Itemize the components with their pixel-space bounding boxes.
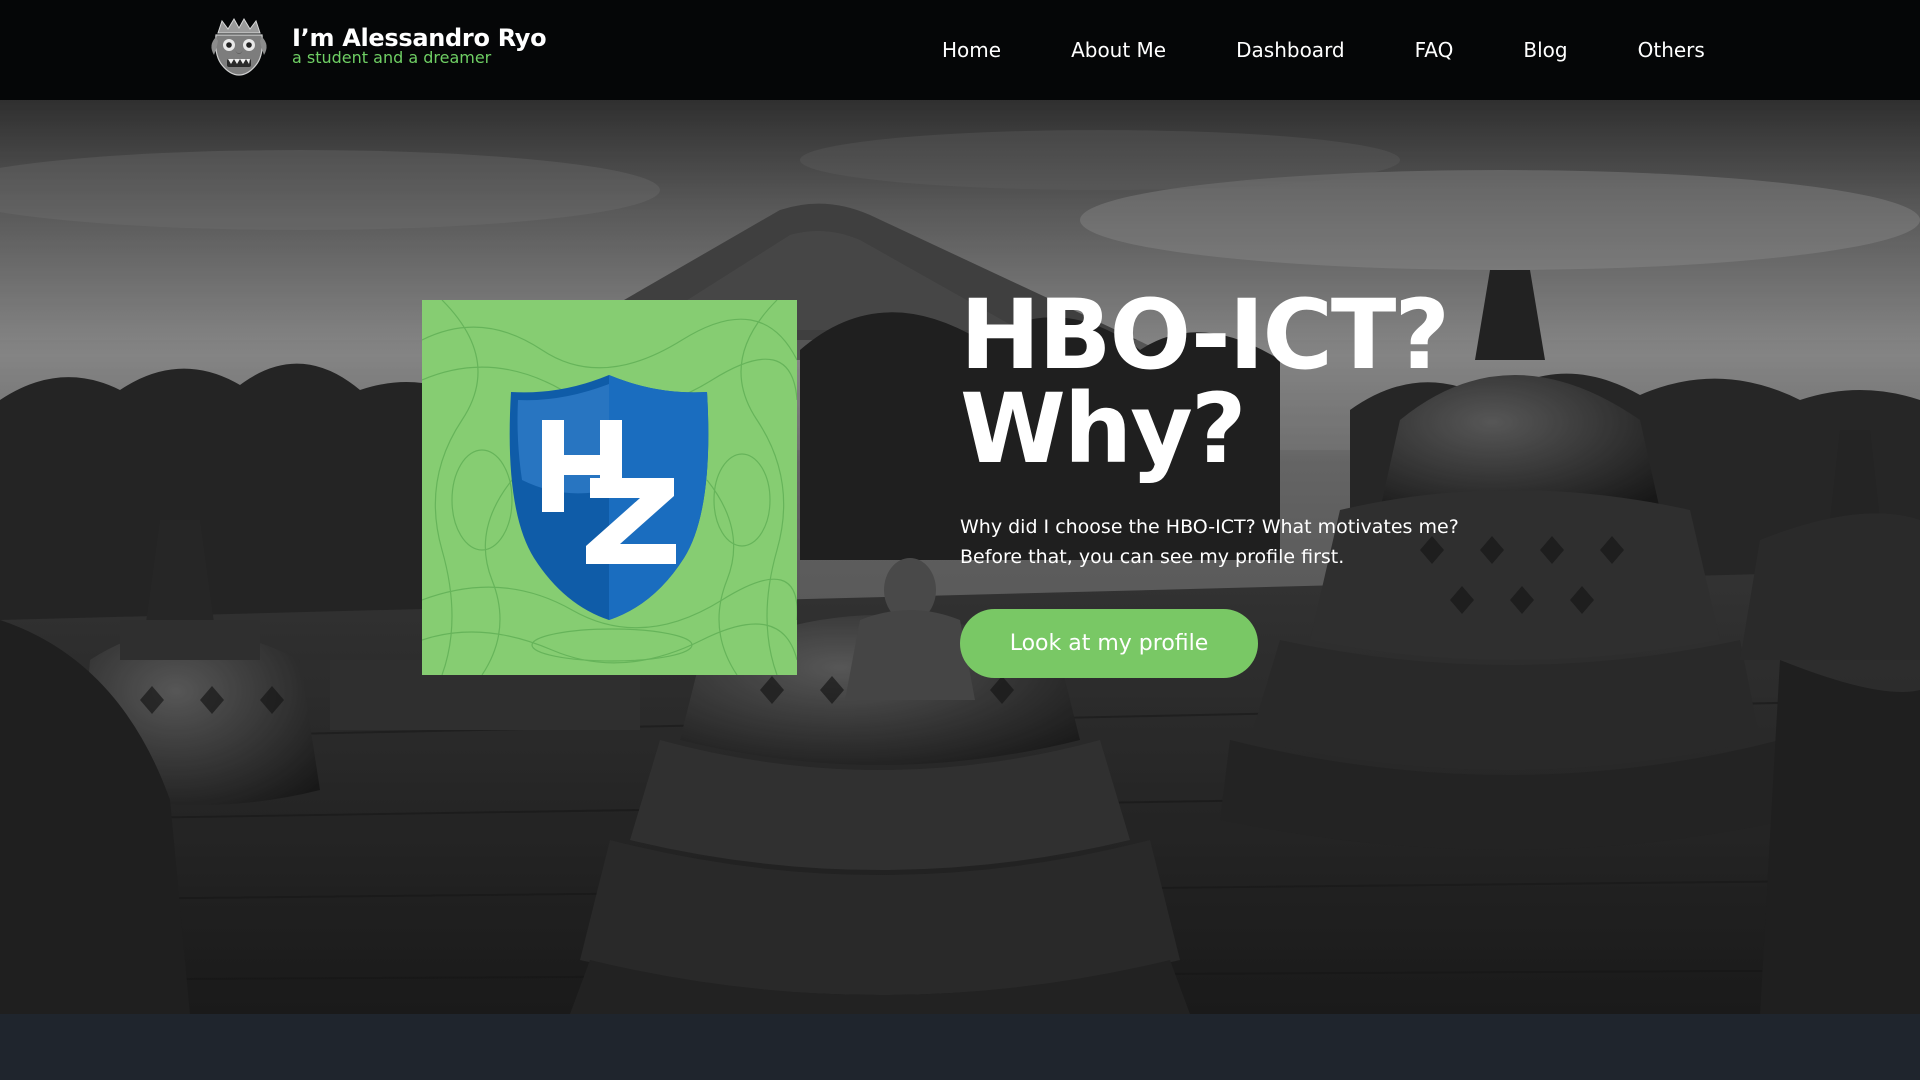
hero-description-line-1: Why did I choose the HBO-ICT? What motiv… — [960, 516, 1459, 538]
hero-title: HBO-ICT? Why? — [960, 279, 1450, 485]
brand-tagline: a student and a dreamer — [292, 48, 492, 67]
next-section-strip — [0, 1014, 1920, 1080]
barong-mask-icon — [211, 18, 267, 76]
nav-item-home[interactable]: Home — [942, 36, 1001, 64]
nav-item-dashboard[interactable]: Dashboard — [1236, 36, 1345, 64]
main-nav: Home About Me Dashboard FAQ Blog Others — [942, 36, 1705, 64]
hero-title-line-1: HBO-ICT? — [960, 279, 1450, 391]
navbar: I’m Alessandro Ryo a student and a dream… — [0, 0, 1920, 100]
hz-shield-logo-icon — [422, 300, 797, 675]
nav-item-others[interactable]: Others — [1638, 36, 1705, 64]
nav-item-faq[interactable]: FAQ — [1415, 36, 1454, 64]
hero-section: HBO-ICT? Why? Why did I choose the HBO-I… — [0, 100, 1920, 1014]
nav-item-about-me[interactable]: About Me — [1071, 36, 1166, 64]
look-at-profile-button[interactable]: Look at my profile — [960, 609, 1258, 678]
hero-title-line-2: Why? — [960, 373, 1247, 485]
hero-description: Why did I choose the HBO-ICT? What motiv… — [960, 512, 1520, 572]
brand-link[interactable]: I’m Alessandro Ryo a student and a dream… — [208, 15, 547, 77]
hero-description-line-2: Before that, you can see my profile firs… — [960, 546, 1345, 568]
hz-logo-card — [422, 300, 797, 675]
brand-text: I’m Alessandro Ryo a student and a dream… — [292, 25, 547, 67]
nav-item-blog[interactable]: Blog — [1523, 36, 1567, 64]
